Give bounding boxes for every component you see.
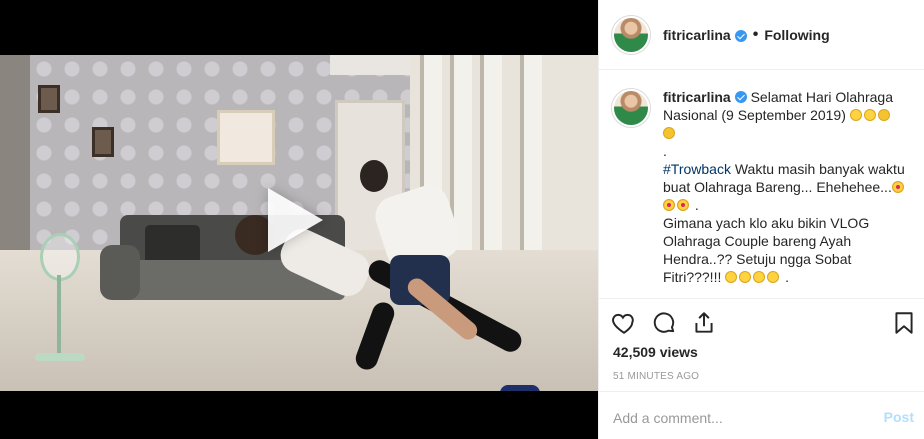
caption-block: fitricarlina Selamat Hari Olahraga Nasio… [611,88,916,286]
bookmark-icon[interactable] [891,310,917,336]
username-link[interactable]: fitricarlina [663,27,731,43]
smile-emoji-icon [863,109,876,121]
heart-eyes-emoji-icon [663,199,675,211]
divider [599,298,924,299]
action-bar [611,310,916,338]
avatar[interactable] [611,14,651,55]
hashtag-link[interactable]: #Trowback [663,161,731,177]
caption-text: fitricarlina Selamat Hari Olahraga Nasio… [663,88,913,286]
avatar[interactable] [611,88,651,128]
post-timestamp[interactable]: 51 MINUTES AGO [613,371,699,382]
separator-dot: • [752,25,759,43]
smile-emoji-icon [753,271,766,283]
post-sidebar: fitricarlina • Following fitricarlina Se… [598,0,924,439]
avatar-image [614,91,648,125]
caption-dot: . [691,197,699,213]
heart-eyes-emoji-icon [891,181,904,193]
share-icon[interactable] [691,310,717,336]
smile-emoji-icon [849,109,862,121]
fan-base [35,353,85,361]
divider [599,391,924,392]
grin-emoji-icon [739,271,752,283]
view-count[interactable]: 42,509 views [613,344,698,360]
play-icon[interactable] [268,188,323,252]
head [360,160,388,192]
post-comment-button[interactable]: Post [884,409,914,425]
wall-picture [38,85,60,113]
verified-badge-icon [734,29,747,42]
grin-emoji-icon [725,271,738,283]
caption-username-link[interactable]: fitricarlina [663,89,731,105]
post-header: fitricarlina • Following [599,0,924,70]
smile-emoji-icon [767,271,780,283]
following-button[interactable]: Following [764,27,829,43]
fist-emoji-icon [663,127,675,139]
person-man [360,160,540,391]
wall-picture [92,127,114,157]
verified-badge-icon [734,91,747,103]
heart-eyes-emoji-icon [677,199,689,211]
avatar-image [614,17,648,52]
caption-dot: . [663,143,667,159]
sofa-arm [100,245,140,300]
comment-input[interactable] [613,405,868,431]
video-player[interactable] [0,0,598,439]
heart-icon[interactable] [611,310,637,336]
fist-emoji-icon [877,109,890,121]
caption-dot: . [781,269,790,285]
standing-fan [40,233,80,281]
shoe [500,385,540,391]
caption-line: Gimana yach klo aku bikin VLOG Olahraga … [663,215,870,285]
wall-photo-frame [217,110,275,165]
comment-bubble-icon[interactable] [651,310,677,336]
pillow [145,225,200,265]
fan-pole [57,275,61,355]
